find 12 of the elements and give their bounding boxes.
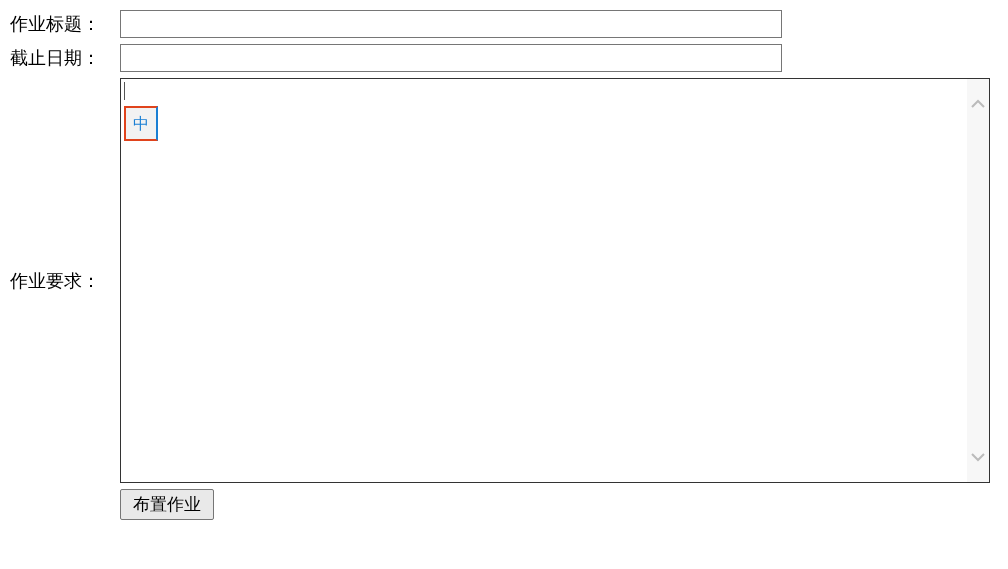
ime-indicator: 中 bbox=[124, 106, 158, 141]
text-cursor bbox=[124, 82, 125, 100]
scroll-up-icon[interactable] bbox=[971, 99, 985, 108]
text-field[interactable] bbox=[120, 44, 782, 72]
field-label: 截止日期： bbox=[10, 48, 101, 68]
submit-button[interactable]: 布置作业 bbox=[120, 489, 214, 520]
scroll-down-icon[interactable] bbox=[971, 453, 985, 462]
scrollbar[interactable] bbox=[967, 79, 989, 482]
text-area[interactable]: 中 bbox=[120, 78, 990, 483]
text-field[interactable] bbox=[120, 10, 782, 38]
field-label: 作业要求： bbox=[10, 270, 101, 291]
field-label: 作业标题： bbox=[10, 14, 101, 34]
